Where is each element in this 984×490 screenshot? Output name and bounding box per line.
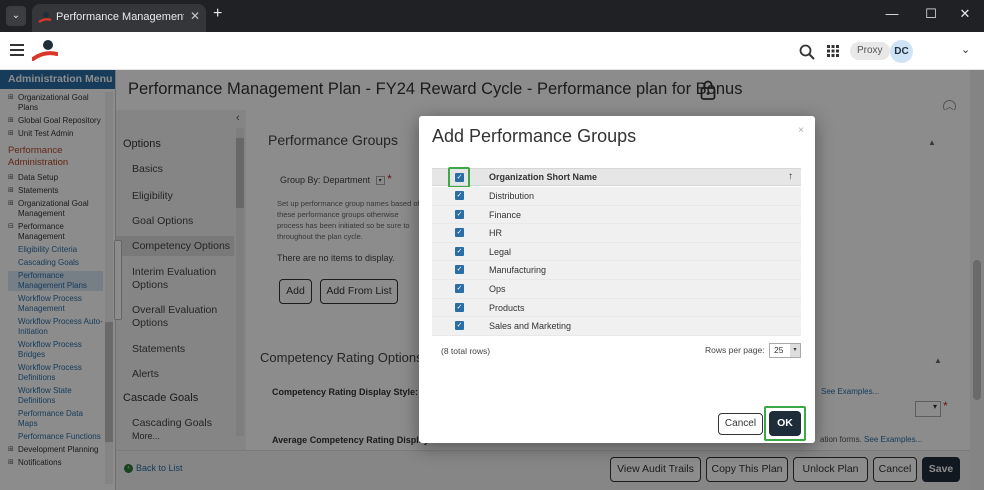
- app-header: Proxy DC ⌄: [0, 32, 984, 70]
- column-header-org-short-name[interactable]: Organization Short Name: [489, 172, 597, 182]
- proxy-button[interactable]: Proxy: [850, 42, 890, 60]
- browser-tab[interactable]: Performance Management Plan ✕: [32, 4, 206, 32]
- hamburger-menu-icon[interactable]: [10, 44, 24, 59]
- org-name-cell: Finance: [489, 209, 522, 220]
- chevron-down-icon[interactable]: ⌄: [961, 43, 970, 56]
- site-favicon-icon: [38, 12, 52, 24]
- row-checkbox[interactable]: ✓: [455, 321, 464, 331]
- row-checkbox[interactable]: ✓: [455, 191, 464, 200]
- table-row[interactable]: ✓ Sales and Marketing: [432, 317, 801, 336]
- org-name-cell: HR: [489, 228, 502, 239]
- table-row[interactable]: ✓ Legal: [432, 242, 801, 262]
- user-avatar[interactable]: DC: [890, 40, 913, 63]
- maximize-window-button[interactable]: ☐: [921, 6, 941, 22]
- close-window-button[interactable]: ✕: [955, 6, 975, 22]
- tab-search-button[interactable]: ⌄: [6, 6, 26, 26]
- row-checkbox[interactable]: ✓: [455, 228, 464, 238]
- browser-tab-title: Performance Management Plan: [56, 11, 184, 23]
- row-checkbox[interactable]: ✓: [455, 246, 464, 256]
- grid-body: ✓ Distribution ✓ Finance ✓ HR ✓ Legal ✓ Manuf…: [432, 187, 801, 337]
- org-name-cell: Sales and Marketing: [489, 321, 572, 332]
- rows-per-page-select[interactable]: 25 ▾: [769, 343, 801, 358]
- org-name-cell: Manufacturing: [489, 265, 547, 276]
- org-name-cell: Distribution: [489, 191, 535, 201]
- org-name-cell: Products: [489, 302, 525, 313]
- close-icon[interactable]: ×: [798, 125, 804, 136]
- new-tab-button[interactable]: +: [213, 5, 222, 23]
- row-checkbox[interactable]: ✓: [455, 265, 464, 275]
- row-checkbox[interactable]: ✓: [455, 209, 464, 219]
- row-checkbox[interactable]: ✓: [455, 284, 464, 293]
- table-row[interactable]: ✓ Manufacturing: [432, 261, 801, 280]
- add-performance-groups-dialog: Add Performance Groups × ✓ Organization …: [419, 116, 815, 443]
- dialog-cancel-button[interactable]: Cancel: [718, 413, 763, 435]
- close-tab-icon[interactable]: ✕: [190, 9, 200, 23]
- highlight-select-all: [448, 167, 470, 188]
- apps-grid-icon[interactable]: [827, 45, 839, 57]
- search-icon[interactable]: [799, 44, 815, 60]
- app-logo[interactable]: [32, 39, 58, 63]
- sort-ascending-icon[interactable]: ↑: [788, 171, 793, 182]
- table-row[interactable]: ✓ Products: [432, 298, 801, 318]
- browser-tab-bar: ⌄ Performance Management Plan ✕ + — ☐ ✕: [0, 0, 984, 32]
- dialog-title: Add Performance Groups: [432, 126, 637, 146]
- highlight-ok-button: [764, 406, 806, 441]
- table-row[interactable]: ✓ Finance: [432, 205, 801, 225]
- grid-header: ✓ Organization Short Name ↑: [432, 168, 801, 186]
- minimize-window-button[interactable]: —: [882, 6, 902, 21]
- dropdown-arrow-icon[interactable]: ▾: [790, 344, 800, 357]
- table-row[interactable]: ✓ Distribution: [432, 187, 801, 206]
- table-row[interactable]: ✓ Ops: [432, 280, 801, 299]
- total-rows-count: (8 total rows): [441, 346, 491, 356]
- row-checkbox[interactable]: ✓: [455, 302, 464, 312]
- org-name-cell: Legal: [489, 246, 512, 257]
- table-row[interactable]: ✓ HR: [432, 224, 801, 243]
- rows-per-page-label: Rows per page:: [705, 345, 765, 355]
- org-name-cell: Ops: [489, 284, 506, 294]
